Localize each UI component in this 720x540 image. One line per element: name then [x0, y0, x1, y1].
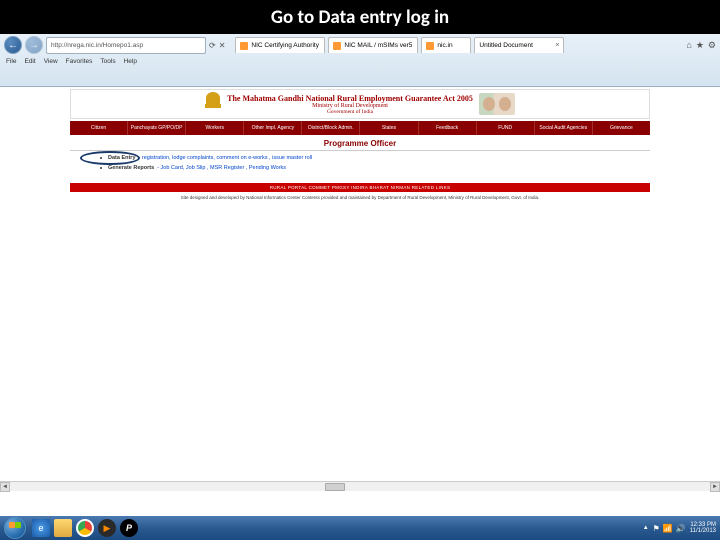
menu-tools[interactable]: Tools: [100, 58, 115, 65]
browser-tab[interactable]: nic.in: [421, 37, 471, 53]
scroll-left-button[interactable]: ◄: [0, 482, 10, 492]
main-navigation: Citizen Panchayats GP/PO/DP Workers Othe…: [70, 121, 650, 135]
banner-photo: [479, 93, 515, 115]
menu-file[interactable]: File: [6, 58, 16, 65]
taskbar-explorer-icon[interactable]: [54, 519, 72, 537]
menu-favorites[interactable]: Favorites: [66, 58, 93, 65]
generate-reports-link[interactable]: - Job Card, Job Slip , MSR Register , Pe…: [157, 165, 286, 171]
slide-title: Go to Data entry log in: [0, 0, 720, 34]
site-footer: Site designed and developed by National …: [70, 195, 650, 200]
tab-label: NIC MAIL / mSIMs ver5: [344, 42, 412, 49]
back-button[interactable]: ←: [4, 36, 22, 54]
nav-grievance[interactable]: Grievance: [593, 121, 650, 135]
menu-edit[interactable]: Edit: [24, 58, 35, 65]
browser-chrome: ← → http://nrega.nic.in/Homepo1.asp ⟳ ✕ …: [0, 34, 720, 87]
nav-social-audit[interactable]: Social Audit Agencies: [535, 121, 593, 135]
horizontal-scrollbar[interactable]: ◄ ►: [0, 481, 720, 491]
date-text: 11/1/2013: [690, 528, 716, 534]
emphasis-annotation: [80, 151, 140, 165]
data-entry-link[interactable]: - registration, lodge complaints, commen…: [139, 155, 313, 161]
taskbar-app-icon[interactable]: P: [120, 519, 138, 537]
scroll-right-button[interactable]: ►: [710, 482, 720, 492]
gear-icon[interactable]: ⚙: [708, 40, 716, 51]
favicon-flag-icon: [333, 42, 341, 50]
taskbar-pinned-apps: e ▶ P: [32, 519, 138, 537]
nav-other-impl[interactable]: Other Impl. Agency: [244, 121, 302, 135]
tray-show-hidden-icon[interactable]: ▲: [643, 525, 649, 531]
tray-icons: ⚑ 📶 🔊: [653, 524, 686, 533]
nav-district-block[interactable]: District/Block Admin.: [302, 121, 360, 135]
address-bar[interactable]: http://nrega.nic.in/Homepo1.asp: [46, 37, 206, 54]
close-tab-icon[interactable]: ×: [555, 42, 559, 49]
favorites-icon[interactable]: ★: [696, 40, 704, 51]
scroll-thumb[interactable]: [325, 483, 345, 491]
tab-label: NIC Certifying Authority: [251, 42, 319, 49]
tray-flag-icon[interactable]: ⚑: [653, 524, 660, 533]
nav-citizen[interactable]: Citizen: [70, 121, 128, 135]
stop-icon[interactable]: ✕: [219, 41, 226, 50]
bullet-icon: [100, 167, 102, 169]
favicon-flag-icon: [240, 42, 248, 50]
banner-subtitle2: Government of India: [227, 109, 473, 115]
nav-fund[interactable]: FUND: [477, 121, 535, 135]
scroll-track[interactable]: [10, 482, 710, 492]
home-icon[interactable]: ⌂: [686, 40, 691, 51]
menu-view[interactable]: View: [44, 58, 58, 65]
nav-workers[interactable]: Workers: [186, 121, 244, 135]
page-heading: Programme Officer: [70, 139, 650, 151]
menu-help[interactable]: Help: [124, 58, 137, 65]
browser-tab[interactable]: Untitled Document ×: [474, 37, 564, 53]
bullet-data-entry: Data Entry - registration, lodge complai…: [100, 155, 620, 161]
taskbar-chrome-icon[interactable]: [76, 519, 94, 537]
nav-states[interactable]: States: [360, 121, 418, 135]
tray-volume-icon[interactable]: 🔊: [676, 524, 686, 533]
bullet-generate-reports: Generate Reports - Job Card, Job Slip , …: [100, 165, 620, 171]
banner-title: The Mahatma Gandhi National Rural Employ…: [227, 94, 473, 103]
tab-label: nic.in: [437, 42, 452, 49]
taskbar-ie-icon[interactable]: e: [32, 519, 50, 537]
related-links-strip[interactable]: RURAL PORTAL COMMET PMGSY INDIRA BHARAT …: [70, 183, 650, 192]
taskbar-media-icon[interactable]: ▶: [98, 519, 116, 537]
clock[interactable]: 12:33 PM 11/1/2013: [690, 522, 716, 534]
browser-tab[interactable]: NIC Certifying Authority: [235, 37, 325, 53]
favicon-flag-icon: [426, 42, 434, 50]
site-banner: The Mahatma Gandhi National Rural Employ…: [70, 89, 650, 119]
menu-bar: File Edit View Favorites Tools Help: [0, 56, 720, 67]
system-tray: ▲ ⚑ 📶 🔊 12:33 PM 11/1/2013: [643, 522, 716, 534]
nav-feedback[interactable]: Feedback: [419, 121, 477, 135]
bullet-prefix: Generate Reports: [108, 165, 154, 171]
windows-taskbar: e ▶ P ▲ ⚑ 📶 🔊 12:33 PM 11/1/2013: [0, 516, 720, 540]
forward-button[interactable]: →: [25, 36, 43, 54]
nav-panchayats[interactable]: Panchayats GP/PO/DP: [128, 121, 186, 135]
refresh-icon[interactable]: ⟳: [209, 41, 216, 50]
tab-label: Untitled Document: [479, 42, 532, 49]
page-content: The Mahatma Gandhi National Rural Employ…: [0, 87, 720, 491]
start-button[interactable]: [4, 517, 26, 539]
address-bar-row: ← → http://nrega.nic.in/Homepo1.asp ⟳ ✕ …: [0, 34, 720, 56]
tray-network-icon[interactable]: 📶: [663, 524, 673, 533]
banner-text: The Mahatma Gandhi National Rural Employ…: [227, 94, 473, 115]
browser-tab[interactable]: NIC MAIL / mSIMs ver5: [328, 37, 418, 53]
national-emblem-icon: [205, 92, 221, 116]
